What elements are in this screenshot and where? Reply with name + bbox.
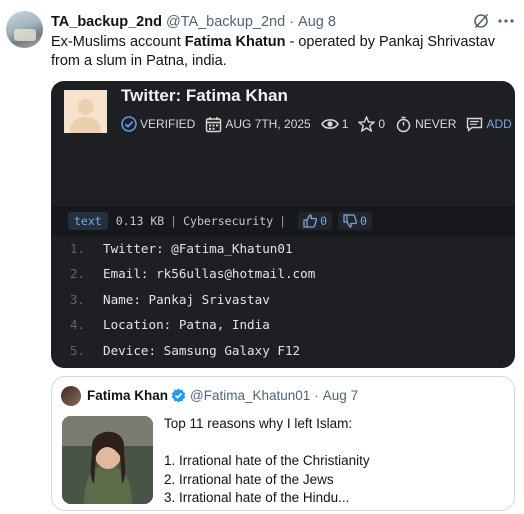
more-options-icon[interactable] [497,13,515,29]
code-line: 3. Name: Pankaj Srivastav [51,287,515,311]
quoted-text-line: 1. Irrational hate of the Christianity [164,453,370,468]
code-line: 1. Twitter: @Fatima_Khatun01 [51,236,515,260]
star-icon [358,116,376,132]
separator-dot: · [289,14,295,30]
user-handle[interactable]: @TA_backup_2nd [166,14,285,30]
language-chip: text [68,212,108,230]
expiry: NEVER [395,116,456,133]
line-number: 5. [69,342,85,358]
add-comment: ADD [466,117,512,132]
stars: 0 [358,116,385,132]
tweet-date[interactable]: Aug 8 [298,14,336,30]
tweet-text: Ex-Muslims account Fatima Khatun - opera… [51,33,519,71]
line-text: Twitter: @Fatima_Khatun01 [103,240,293,256]
eye-icon [320,119,339,129]
grok-icon[interactable] [473,13,489,29]
code-line: 2. Email: rk56ullas@hotmail.com [51,262,515,286]
tweet-text-prefix: Ex-Muslims account [51,34,185,50]
quoted-text-line [164,434,504,453]
file-size: 0.13 KB [115,214,165,228]
quoted-photo[interactable] [62,416,153,504]
display-name[interactable]: TA_backup_2nd [51,14,162,30]
paste-card-image[interactable]: Twitter: Fatima Khan VERIFIED AUG 7TH, 2… [51,81,515,368]
add-label: ADD [486,117,512,131]
comment-icon [467,117,483,132]
views: 1 [320,117,349,131]
quoted-text: Top 11 reasons why I left Islam: 1. Irra… [164,415,504,508]
quoted-text-line: 3. Irrational hate of the Hindu... [164,490,350,505]
upvote: 0 [298,212,332,230]
date-label: AUG 7TH, 2025 [225,117,311,131]
code-line: 5. Device: Samsung Galaxy F12 [51,338,515,362]
paste-title: Twitter: Fatima Khan [121,86,288,105]
expiry-label: NEVER [415,117,457,131]
quoted-avatar[interactable] [61,386,81,406]
thumbs-down-icon [343,214,357,228]
quoted-tweet[interactable]: Fatima Khan @Fatima_Khatun01 · Aug 7 Top… [51,376,515,511]
timer-icon [396,116,411,132]
quoted-header: Fatima Khan @Fatima_Khatun01 · Aug 7 [87,388,358,403]
quoted-handle[interactable]: @Fatima_Khatun01 [190,388,310,403]
default-avatar-icon [64,90,107,133]
category: Cybersecurity [183,214,274,228]
quoted-text-line: 2. Irrational hate of the Jews [164,471,334,487]
verified-badge-icon [171,388,186,403]
line-number: 3. [69,291,85,307]
thumbs-up-icon [303,214,318,228]
separator: | [170,214,178,228]
separator-dot: · [314,388,319,403]
quoted-display-name[interactable]: Fatima Khan [87,388,168,403]
verified-check-icon [121,116,137,132]
verified-label: VERIFIED [140,117,196,131]
code-line: 4. Location: Patna, India [51,313,515,337]
line-text: Location: Patna, India [103,317,270,332]
views-count: 1 [341,117,349,131]
tweet-header: TA_backup_2nd @TA_backup_2nd · Aug 8 [51,13,336,31]
avatar[interactable] [6,11,43,48]
paste-date: AUG 7TH, 2025 [205,116,311,133]
tweet-text-bold: Fatima Khatun [184,34,286,50]
separator: | [279,214,287,228]
quoted-date[interactable]: Aug 7 [323,388,358,403]
calendar-icon [206,116,222,132]
quoted-text-line: Top 11 reasons why I left Islam: [164,416,353,431]
verified-status: VERIFIED [121,116,195,132]
line-text: Name: Pankaj Srivastav [103,291,270,307]
line-number: 1. [69,240,85,256]
line-text: Device: Samsung Galaxy F12 [103,342,301,358]
line-text: Email: rk56ullas@hotmail.com [103,266,316,281]
downvote: 0 [338,212,372,230]
line-number: 4. [69,317,85,332]
line-number: 2. [69,266,85,281]
tweet[interactable]: TA_backup_2nd @TA_backup_2nd · Aug 8 Ex-… [0,0,524,514]
downvote-count: 0 [360,214,367,228]
stars-count: 0 [378,117,386,131]
upvote-count: 0 [320,214,327,228]
paste-meta: VERIFIED AUG 7TH, 2025 1 0 NEVER ADD [121,115,515,133]
file-info-bar: text 0.13 KB | Cybersecurity | 0 0 [51,206,515,236]
